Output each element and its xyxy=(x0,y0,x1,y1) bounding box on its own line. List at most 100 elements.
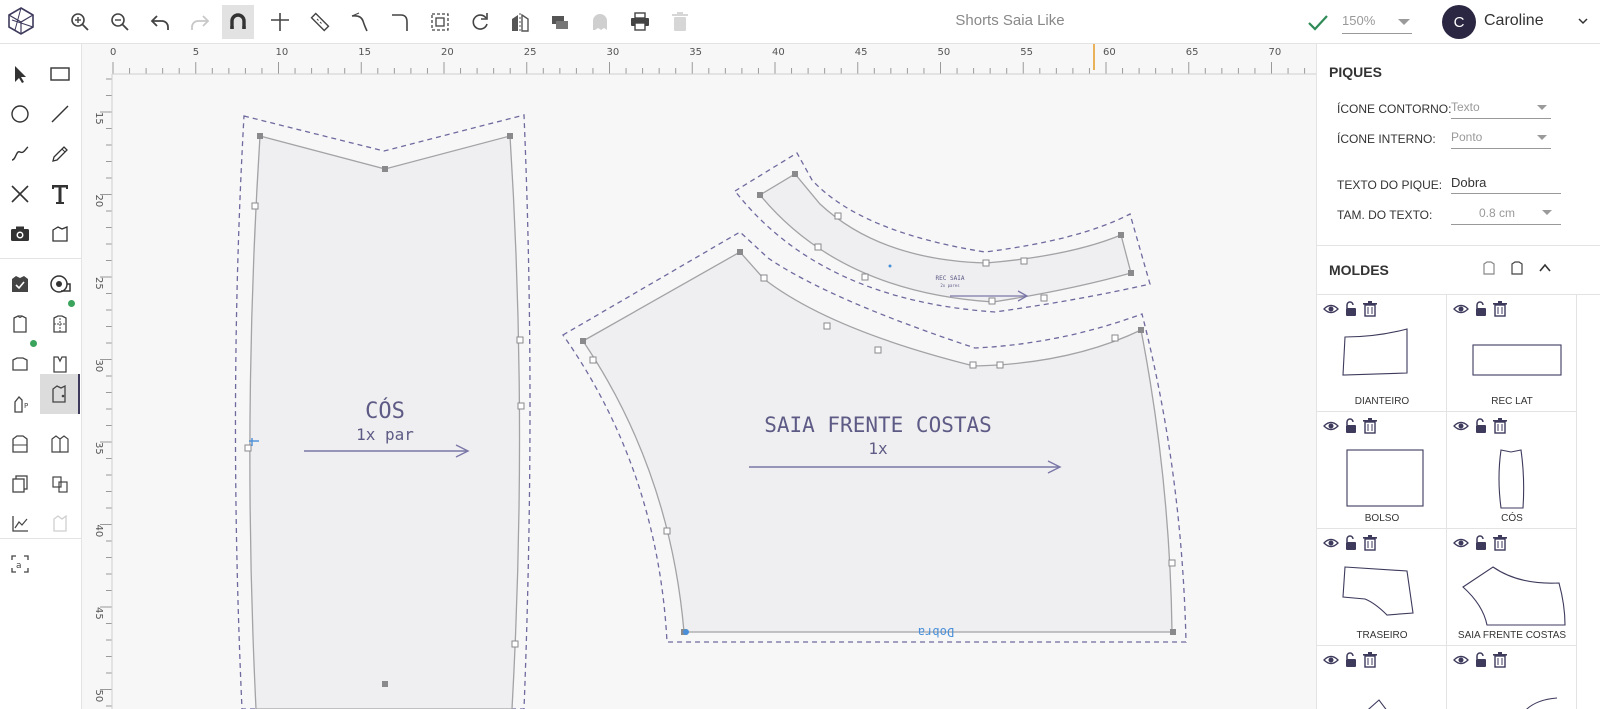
redo-icon[interactable] xyxy=(184,5,216,39)
unlock-icon[interactable] xyxy=(1473,652,1489,668)
texto-label: TEXTO DO PIQUE: xyxy=(1337,178,1443,192)
line-icon[interactable] xyxy=(40,94,80,134)
toolbar-divider xyxy=(0,538,82,539)
scan-text-icon[interactable]: a xyxy=(0,544,40,584)
print-icon[interactable] xyxy=(624,5,656,39)
tam-caret-icon[interactable] xyxy=(1542,210,1552,215)
ruler-y-label: 20 xyxy=(93,195,104,208)
select-frame-icon[interactable] xyxy=(424,5,456,39)
pattern-canvas[interactable]: 0 5 10 15 20 25 30 35 40 45 50 55 60 65 70 15 20 25 30 35 4… xyxy=(82,44,1316,709)
corner-tool-icon[interactable] xyxy=(384,5,416,39)
mold-card-partial[interactable] xyxy=(1317,646,1447,709)
mold-card-traseiro[interactable]: TRASEIRO xyxy=(1317,529,1447,646)
ruler-x-label: 35 xyxy=(689,47,702,58)
eye-icon[interactable] xyxy=(1323,301,1339,317)
texto-input[interactable]: Dobra xyxy=(1451,175,1551,190)
mold-card-rec-lat[interactable]: REC LAT xyxy=(1447,295,1577,412)
camera-icon[interactable] xyxy=(0,214,40,254)
ghost-icon[interactable] xyxy=(584,5,616,39)
user-name[interactable]: Caroline xyxy=(1484,12,1544,30)
ruler-y-label: 25 xyxy=(93,277,104,290)
ruler-x-label: 15 xyxy=(358,47,371,58)
select-arrow-icon[interactable] xyxy=(0,54,40,94)
trash-icon[interactable] xyxy=(1363,301,1379,317)
interno-underline xyxy=(1451,148,1551,149)
tam-select[interactable]: 0.8 cm xyxy=(1479,206,1539,220)
circle-icon[interactable] xyxy=(0,94,40,134)
trash-icon[interactable] xyxy=(1363,418,1379,434)
sleeve-piece-icon[interactable]: P xyxy=(0,384,40,424)
curve-tool-icon[interactable] xyxy=(344,5,376,39)
piece-qty-cos: 1x par xyxy=(356,425,414,444)
unlock-icon[interactable] xyxy=(1343,652,1359,668)
measure-tape-icon[interactable] xyxy=(40,264,80,304)
canvas-drawing[interactable]: 0 5 10 15 20 25 30 35 40 45 50 55 60 65 70 15 20 25 30 35 4… xyxy=(82,44,1316,709)
fold-label: Dobra xyxy=(918,625,954,639)
dart-piece-icon[interactable] xyxy=(40,374,80,414)
rectangle-icon[interactable] xyxy=(40,54,80,94)
app-logo-icon[interactable] xyxy=(6,6,36,36)
trash-icon[interactable] xyxy=(1493,301,1509,317)
unlock-icon[interactable] xyxy=(1473,535,1489,551)
chevron-up-icon[interactable] xyxy=(1537,260,1553,276)
trash-icon[interactable] xyxy=(1493,418,1509,434)
piece-rec-saia[interactable] xyxy=(734,152,1151,313)
unlock-icon[interactable] xyxy=(1343,301,1359,317)
piece-saia-frente-costas[interactable] xyxy=(562,231,1187,643)
magnet-icon[interactable] xyxy=(222,5,254,39)
trash-icon[interactable] xyxy=(1363,535,1379,551)
mold-card-bolso[interactable]: BOLSO xyxy=(1317,412,1447,529)
mold-card-cos[interactable]: CÓS xyxy=(1447,412,1577,529)
zoom-caret-icon[interactable] xyxy=(1398,19,1410,25)
unlock-icon[interactable] xyxy=(1473,301,1489,317)
avatar[interactable]: C xyxy=(1442,5,1476,39)
shirt-grid-icon[interactable] xyxy=(40,304,80,344)
interno-caret-icon[interactable] xyxy=(1537,135,1547,140)
layers-icon[interactable] xyxy=(544,5,576,39)
mold-thumbnail xyxy=(1526,697,1558,709)
unlock-icon[interactable] xyxy=(1473,418,1489,434)
trash-icon[interactable] xyxy=(1493,535,1509,551)
shirt-piece-icon[interactable] xyxy=(0,304,40,344)
check-icon[interactable] xyxy=(1306,10,1330,34)
unlock-icon[interactable] xyxy=(1343,418,1359,434)
ruler-icon[interactable] xyxy=(304,5,336,39)
eye-icon[interactable] xyxy=(1453,418,1469,434)
eye-icon[interactable] xyxy=(1323,652,1339,668)
text-icon[interactable] xyxy=(40,174,80,214)
contorno-select[interactable]: Texto xyxy=(1451,100,1551,114)
undo-icon[interactable] xyxy=(144,5,176,39)
contorno-caret-icon[interactable] xyxy=(1537,105,1547,110)
interno-select[interactable]: Ponto xyxy=(1451,130,1551,144)
mold-add-icon[interactable] xyxy=(1509,260,1525,276)
body-piece-icon[interactable] xyxy=(0,424,40,464)
mirror-icon[interactable] xyxy=(504,5,536,39)
zoom-in-icon[interactable] xyxy=(64,5,96,39)
unlock-icon[interactable] xyxy=(1343,535,1359,551)
eye-icon[interactable] xyxy=(1453,652,1469,668)
eye-icon[interactable] xyxy=(1453,535,1469,551)
chevron-down-icon[interactable] xyxy=(1578,16,1588,26)
mold-card-dianteiro[interactable]: DIANTEIRO xyxy=(1317,295,1447,412)
trash-icon[interactable] xyxy=(1493,652,1509,668)
curve-icon[interactable] xyxy=(0,134,40,174)
mold-card-partial[interactable] xyxy=(1447,646,1577,709)
pencil-icon[interactable] xyxy=(40,134,80,174)
eye-icon[interactable] xyxy=(1453,301,1469,317)
trash-icon[interactable] xyxy=(664,5,696,39)
piece-check-icon[interactable] xyxy=(0,264,40,304)
eye-icon[interactable] xyxy=(1323,535,1339,551)
crosshair-icon[interactable] xyxy=(264,5,296,39)
rotate-icon[interactable] xyxy=(464,5,496,39)
copy-piece-icon[interactable] xyxy=(0,464,40,504)
piece-outline-icon[interactable] xyxy=(40,214,80,254)
mold-card-saia-frente-costas[interactable]: SAIA FRENTE COSTAS xyxy=(1447,529,1577,646)
zoom-out-icon[interactable] xyxy=(104,5,136,39)
pattern-set-icon[interactable] xyxy=(40,424,80,464)
trash-icon[interactable] xyxy=(1363,652,1379,668)
split-piece-icon[interactable] xyxy=(40,464,80,504)
cross-icon[interactable] xyxy=(0,174,40,214)
eye-icon[interactable] xyxy=(1323,418,1339,434)
mold-view-icon[interactable] xyxy=(1481,260,1497,276)
collar-piece-icon[interactable] xyxy=(0,344,40,384)
